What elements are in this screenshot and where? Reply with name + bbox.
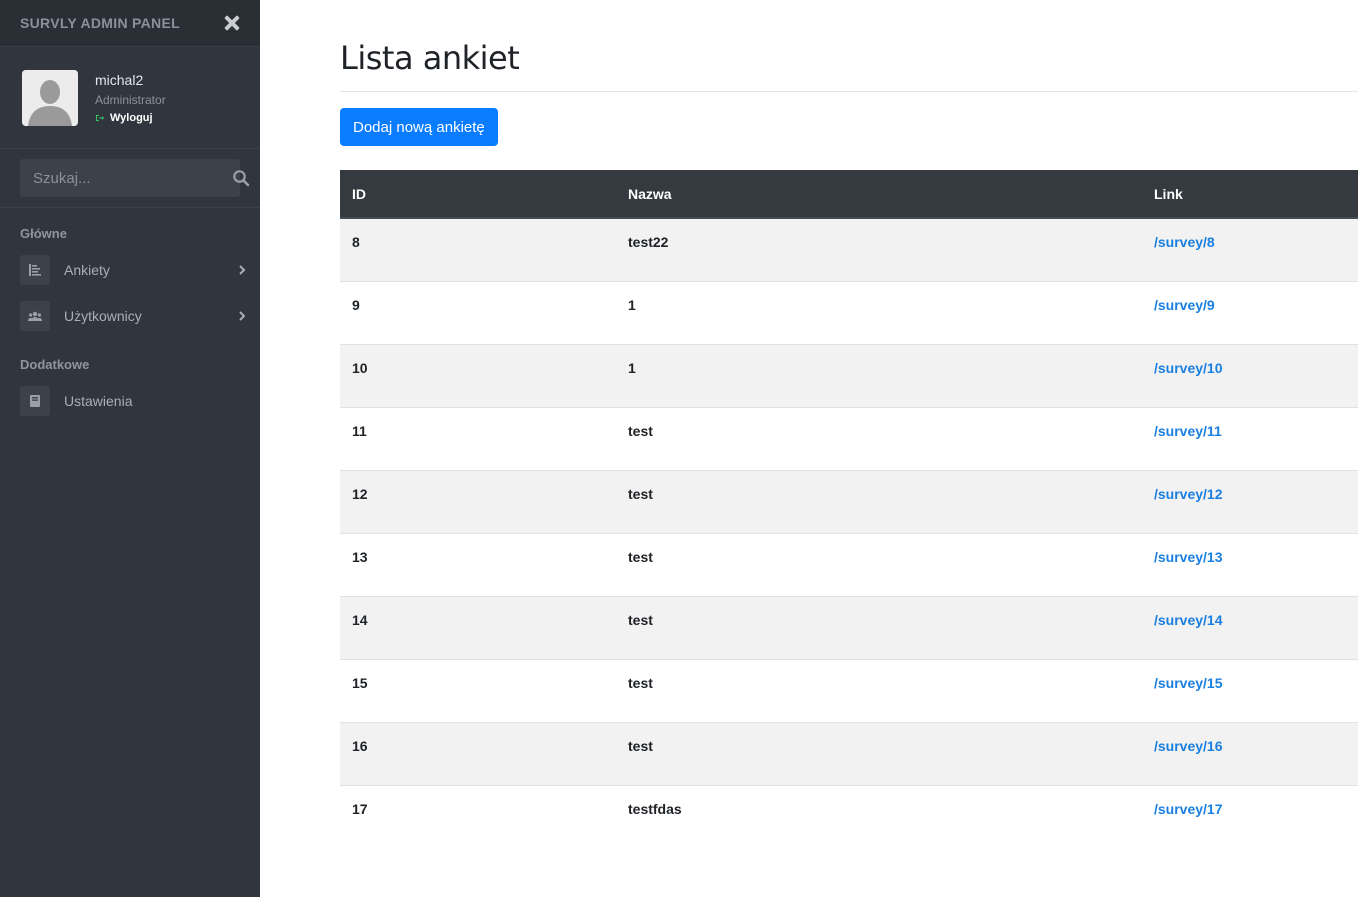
cell-name: test — [628, 485, 653, 502]
table-row: 8 test22 /survey/8 — [340, 218, 1358, 281]
section-main-label: Główne — [20, 226, 67, 241]
table-row: 11 test /survey/11 — [340, 407, 1358, 470]
cell-name: test22 — [628, 234, 669, 250]
cell-name: test — [628, 611, 653, 628]
survey-link[interactable]: /survey/16 — [1154, 738, 1223, 754]
book-icon — [20, 386, 50, 416]
cell-link: /survey/11 — [1142, 407, 1358, 470]
cell-id: 14 — [352, 611, 368, 628]
brand-title: SURVLY ADMIN PANEL — [20, 15, 180, 31]
cell-id: 9 — [352, 296, 360, 313]
chevron-right-icon — [238, 311, 246, 321]
table-row: 12 test /survey/12 — [340, 470, 1358, 533]
avatar — [22, 69, 78, 126]
sidebar-item-uzytkownicy[interactable]: Użytkownicy — [0, 293, 260, 339]
chevron-right-icon — [238, 265, 246, 275]
column-header-name[interactable]: Nazwa — [616, 170, 1142, 219]
cell-link: /survey/10 — [1142, 344, 1358, 407]
logout-label: Wyloguj — [110, 111, 153, 124]
cell-link: /survey/17 — [1142, 785, 1358, 848]
table-header-row: ID Nazwa Link — [340, 170, 1358, 219]
cell-id: 8 — [352, 234, 360, 250]
column-header-link[interactable]: Link — [1142, 170, 1358, 219]
page-title: Lista ankiet — [340, 39, 520, 77]
sidebar-search — [0, 149, 260, 208]
main-content: Lista ankiet Dodaj nową ankietę ID Nazwa… — [340, 0, 1358, 848]
user-panel: michal2 Administrator Wyloguj — [0, 47, 260, 149]
column-header-id[interactable]: ID — [340, 170, 616, 219]
survey-link[interactable]: /survey/12 — [1154, 486, 1223, 502]
cell-name: test — [628, 548, 653, 565]
table-row: 13 test /survey/13 — [340, 533, 1358, 596]
table-row: 9 1 /survey/9 — [340, 281, 1358, 344]
cell-id: 11 — [352, 422, 367, 439]
table-row: 10 1 /survey/10 — [340, 344, 1358, 407]
sidebar-item-label: Ankiety — [64, 262, 110, 278]
close-icon[interactable] — [222, 13, 242, 33]
sidebar-item-label: Ustawienia — [64, 393, 133, 409]
cell-link: /survey/15 — [1142, 659, 1358, 722]
survey-link[interactable]: /survey/9 — [1154, 297, 1215, 313]
cell-name: 1 — [628, 359, 636, 376]
cell-link: /survey/8 — [1142, 218, 1358, 281]
survey-table: ID Nazwa Link 8 test22 /survey/8 9 1 /su… — [340, 170, 1358, 848]
sidebar-item-label: Użytkownicy — [64, 308, 142, 324]
cell-name: 1 — [628, 296, 636, 313]
cell-link: /survey/9 — [1142, 281, 1358, 344]
cell-name: test — [628, 674, 653, 691]
logout-link[interactable]: Wyloguj — [95, 112, 166, 124]
table-row: 14 test /survey/14 — [340, 596, 1358, 659]
user-info: michal2 Administrator Wyloguj — [95, 72, 166, 124]
survey-link[interactable]: /survey/15 — [1154, 675, 1223, 691]
cell-name: testfdas — [628, 800, 682, 817]
cell-id: 10 — [352, 359, 368, 376]
cell-id: 13 — [352, 548, 368, 565]
survey-link[interactable]: /survey/14 — [1154, 612, 1223, 628]
sidebar-item-ustawienia[interactable]: Ustawienia — [0, 378, 260, 424]
users-icon — [20, 301, 50, 331]
add-survey-button[interactable]: Dodaj nową ankietę — [340, 108, 498, 146]
survey-link[interactable]: /survey/13 — [1154, 549, 1223, 565]
search-input[interactable] — [33, 169, 232, 187]
sign-out-icon — [95, 114, 104, 122]
user-role: Administrator — [95, 92, 166, 107]
table-row: 17 testfdas /survey/17 — [340, 785, 1358, 848]
sidebar-item-ankiety[interactable]: Ankiety — [0, 247, 260, 293]
cell-name: test — [628, 422, 653, 439]
table-row: 15 test /survey/15 — [340, 659, 1358, 722]
survey-link[interactable]: /survey/8 — [1154, 234, 1215, 250]
search-box — [20, 159, 250, 197]
table-row: 16 test /survey/16 — [340, 722, 1358, 785]
cell-id: 12 — [352, 485, 368, 502]
list-icon — [20, 255, 50, 285]
sidebar-brand: SURVLY ADMIN PANEL — [0, 0, 260, 47]
cell-name: test — [628, 737, 653, 754]
title-divider — [340, 91, 1358, 92]
cell-id: 16 — [352, 737, 368, 754]
cell-link: /survey/13 — [1142, 533, 1358, 596]
cell-link: /survey/14 — [1142, 596, 1358, 659]
user-name: michal2 — [95, 71, 144, 88]
survey-link[interactable]: /survey/11 — [1154, 423, 1222, 439]
cell-link: /survey/12 — [1142, 470, 1358, 533]
section-extra-label: Dodatkowe — [20, 357, 90, 372]
survey-link[interactable]: /survey/10 — [1154, 360, 1223, 376]
sidebar: SURVLY ADMIN PANEL michal2 Administrator… — [0, 0, 260, 897]
cell-id: 15 — [352, 674, 368, 691]
cell-id: 17 — [352, 800, 368, 817]
search-icon[interactable] — [232, 169, 250, 187]
survey-link[interactable]: /survey/17 — [1154, 801, 1223, 817]
cell-link: /survey/16 — [1142, 722, 1358, 785]
